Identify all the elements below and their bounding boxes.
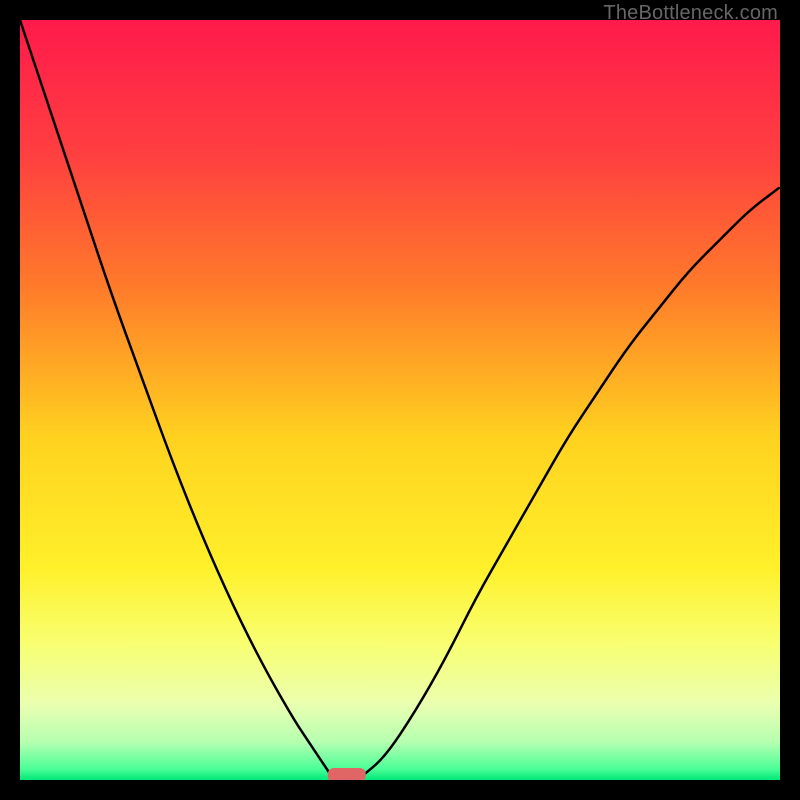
bottleneck-chart [20,20,780,780]
watermark-text: TheBottleneck.com [603,2,778,25]
bottleneck-marker [328,768,366,780]
chart-frame [20,20,780,780]
gradient-background [20,20,780,780]
